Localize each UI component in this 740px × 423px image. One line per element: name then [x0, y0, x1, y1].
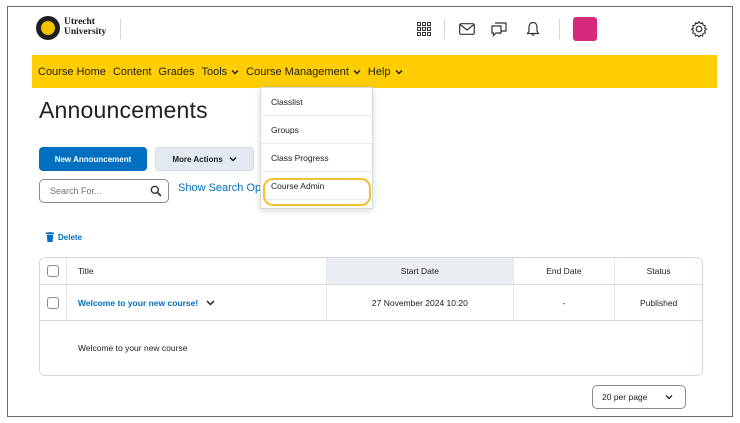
delete-button[interactable]: Delete: [46, 232, 82, 242]
gear-icon[interactable]: [688, 18, 710, 40]
nav-help-label: Help: [367, 65, 391, 78]
menu-item-classlist[interactable]: Classlist: [261, 88, 372, 116]
nav-content[interactable]: Content: [113, 66, 152, 78]
logo-line1: Utrecht: [64, 17, 95, 27]
trash-icon: [46, 232, 54, 242]
column-header-end-date[interactable]: End Date: [514, 258, 616, 284]
apps-grid-icon[interactable]: [413, 18, 435, 40]
start-date-cell: 27 November 2024 10:20: [327, 285, 514, 320]
column-header-title[interactable]: Title: [67, 258, 328, 284]
chevron-down-icon: [394, 69, 403, 75]
status-cell: Published: [639, 297, 678, 308]
column-header-status[interactable]: Status: [615, 258, 702, 284]
bell-icon[interactable]: [522, 18, 544, 40]
chevron-down-icon[interactable]: [206, 299, 215, 306]
new-announcement-button[interactable]: New Announcement: [39, 147, 147, 171]
user-avatar[interactable]: [573, 17, 597, 41]
mail-icon[interactable]: [456, 18, 478, 40]
row-checkbox[interactable]: [46, 296, 59, 309]
nav-course-home[interactable]: Course Home: [38, 66, 106, 78]
chevron-down-icon: [353, 69, 361, 75]
more-actions-label: More Actions: [172, 154, 223, 164]
chevron-down-icon: [231, 69, 239, 75]
course-management-dropdown: Classlist Groups Class Progress Course A…: [260, 87, 373, 209]
chevron-down-icon: [665, 395, 673, 400]
logo-line2: University: [64, 27, 107, 37]
show-search-options-link[interactable]: Show Search Op: [178, 182, 261, 194]
per-page-select[interactable]: 20 per page: [592, 385, 686, 409]
header-divider: [559, 19, 560, 39]
nav-grades[interactable]: Grades: [158, 66, 194, 78]
nav-tools-label: Tools: [201, 65, 228, 78]
university-logo-icon[interactable]: [36, 16, 60, 40]
announcements-table: Title Start Date End Date Status Welcome…: [39, 257, 703, 376]
description-row: Welcome to your new course: [40, 321, 702, 375]
nav-course-management[interactable]: Course Management: [246, 66, 361, 78]
announcement-title-link[interactable]: Welcome to your new course!: [78, 298, 198, 308]
browser-frame: Utrecht University Course Home Content G…: [7, 6, 733, 417]
menu-item-class-progress[interactable]: Class Progress: [261, 144, 372, 172]
page-title: Announcements: [39, 97, 208, 123]
top-header: Utrecht University: [8, 7, 732, 53]
chat-icon[interactable]: [488, 18, 510, 40]
title-cell: Welcome to your new course!: [67, 285, 328, 320]
nav-tools[interactable]: Tools: [201, 66, 239, 78]
row-select-cell: [40, 285, 67, 320]
menu-item-groups[interactable]: Groups: [261, 116, 372, 144]
announcement-description: Welcome to your new course: [78, 343, 188, 353]
table-header-row: Title Start Date End Date Status: [40, 258, 702, 285]
header-divider: [120, 19, 121, 39]
more-actions-button[interactable]: More Actions: [155, 147, 254, 171]
per-page-value: 20 per page: [602, 392, 648, 402]
chevron-down-icon: [229, 156, 237, 162]
search-icon[interactable]: [150, 185, 162, 197]
university-logo-text[interactable]: Utrecht University: [64, 17, 106, 37]
select-all-checkbox[interactable]: [46, 265, 59, 277]
nav-help[interactable]: Help: [368, 66, 403, 78]
nav-course-management-label: Course Management: [246, 65, 349, 78]
menu-item-course-admin[interactable]: Course Admin: [261, 172, 372, 200]
header-divider: [444, 19, 445, 39]
search-input[interactable]: Search For...: [39, 179, 169, 203]
select-all-cell: [40, 258, 67, 284]
delete-label: Delete: [58, 232, 83, 242]
column-header-start-date[interactable]: Start Date: [327, 258, 514, 284]
end-date-cell: -: [514, 285, 616, 320]
search-placeholder: Search For...: [50, 186, 102, 196]
table-row: Welcome to your new course! 27 November …: [40, 285, 702, 321]
course-navbar: Course Home Content Grades Tools Course …: [32, 55, 717, 88]
